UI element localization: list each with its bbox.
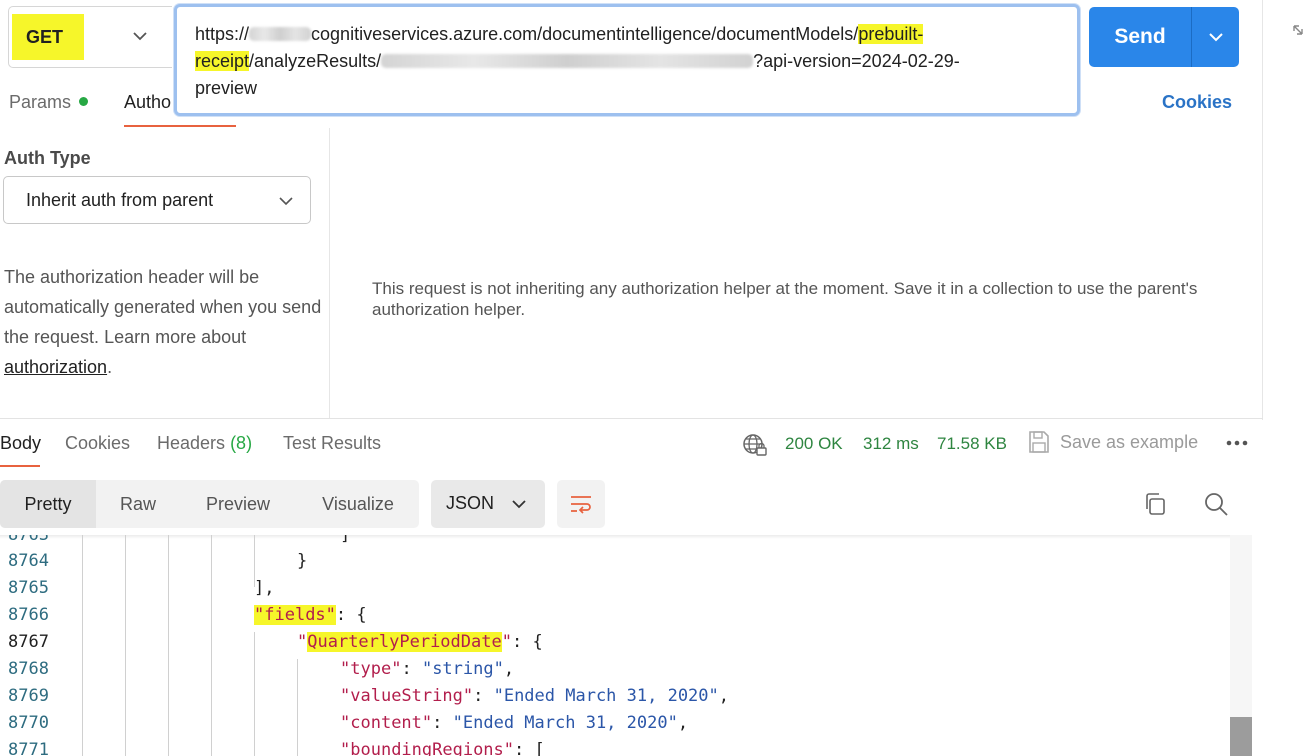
code-line: ]: [340, 535, 351, 545]
tab-authorization[interactable]: Autho: [124, 92, 171, 113]
indent-guide: [254, 632, 255, 756]
auth-info-message: This request is not inheriting any autho…: [372, 279, 1198, 319]
language-value: JSON: [446, 493, 495, 513]
save-as-example-button[interactable]: Save as example: [1060, 432, 1198, 453]
code-line: "content": "Ended March 31, 2020",: [340, 713, 689, 733]
line-number: 8769: [8, 686, 49, 706]
globe-lock-icon[interactable]: [742, 432, 768, 458]
line-number: 8766: [8, 605, 49, 625]
code-line: }: [297, 551, 308, 571]
panel-border: [1262, 0, 1263, 420]
auth-type-select[interactable]: Inherit auth from parent: [3, 176, 311, 224]
indent-guide: [211, 535, 212, 756]
redacted-resource-name: [249, 27, 312, 41]
code-line: ],: [254, 578, 275, 598]
tab-params[interactable]: Params: [9, 92, 71, 113]
code-line: "type": "string",: [340, 659, 515, 679]
preview-button[interactable]: Preview: [190, 480, 286, 528]
url-text[interactable]: https://cognitiveservices.azure.com/docu…: [195, 21, 1065, 102]
line-number: 8771: [8, 740, 49, 756]
tab-test-results[interactable]: Test Results: [283, 433, 381, 454]
more-icon[interactable]: [1225, 436, 1249, 450]
code-line: "boundingRegions": [: [340, 740, 545, 756]
indent-guide: [168, 535, 169, 756]
scrollbar-thumb[interactable]: [1230, 717, 1252, 756]
format-toggle-group: Pretty Raw Preview Visualize: [0, 480, 419, 528]
line-number: 8770: [8, 713, 49, 733]
response-size[interactable]: 71.58 KB: [937, 434, 1007, 454]
active-tab-indicator: [0, 465, 40, 467]
line-number: 8765: [8, 578, 49, 598]
auth-description: The authorization header will be automat…: [4, 267, 322, 377]
indent-guide: [82, 535, 83, 756]
cookies-link[interactable]: Cookies: [1162, 92, 1232, 113]
chevron-down-icon: [1209, 33, 1223, 42]
chevron-down-icon: [512, 500, 526, 509]
line-number: 8768: [8, 659, 49, 679]
response-body-editor[interactable]: 8763 8764 8765 8766 8767 8768 8769 8770 …: [0, 535, 1252, 756]
url-input[interactable]: https://cognitiveservices.azure.com/docu…: [174, 4, 1080, 116]
visualize-button[interactable]: Visualize: [305, 480, 411, 528]
auth-type-label: Auth Type: [4, 148, 91, 168]
status-code[interactable]: 200 OK: [785, 434, 843, 454]
chevron-down-icon[interactable]: [130, 26, 150, 46]
indent-guide: [125, 535, 126, 756]
active-tab-indicator: [124, 125, 236, 127]
copy-icon[interactable]: [1143, 492, 1167, 516]
url-highlight-model: prebuilt-: [858, 24, 924, 44]
indent-guide: [297, 659, 298, 756]
search-icon[interactable]: [1203, 491, 1229, 517]
line-number: 8767: [8, 632, 49, 652]
params-indicator: [79, 97, 88, 106]
response-time[interactable]: 312 ms: [863, 434, 919, 454]
auth-divider: [329, 128, 330, 418]
save-icon: [1029, 431, 1049, 453]
wrap-lines-button[interactable]: [557, 480, 605, 528]
raw-button[interactable]: Raw: [100, 480, 176, 528]
tab-headers[interactable]: Headers (8): [157, 433, 252, 454]
line-number: 8764: [8, 551, 49, 571]
line-number: 8763: [8, 535, 49, 545]
wrap-lines-icon: [571, 496, 591, 514]
code-line: "fields": {: [254, 605, 367, 625]
language-select[interactable]: JSON: [431, 480, 545, 528]
tab-body[interactable]: Body: [0, 433, 41, 454]
highlighted-key: QuarterlyPeriodDate: [307, 632, 502, 652]
tab-cookies[interactable]: Cookies: [65, 433, 130, 454]
send-button[interactable]: Send: [1089, 7, 1191, 67]
chevron-down-icon: [279, 197, 293, 206]
expand-icon[interactable]: [1288, 22, 1306, 42]
code-line: "QuarterlyPeriodDate": {: [297, 632, 543, 652]
response-divider: [0, 418, 1263, 419]
code-line: "valueString": "Ended March 31, 2020",: [340, 686, 730, 706]
authorization-link[interactable]: authorization: [4, 357, 107, 377]
redacted-result-id: [381, 54, 754, 68]
method-label[interactable]: GET: [12, 14, 84, 60]
send-options-button[interactable]: [1191, 7, 1239, 67]
editor-top-shadow: [0, 535, 1252, 539]
headers-count: (8): [230, 433, 253, 453]
pretty-button[interactable]: Pretty: [0, 480, 96, 528]
auth-type-value: Inherit auth from parent: [26, 190, 214, 210]
